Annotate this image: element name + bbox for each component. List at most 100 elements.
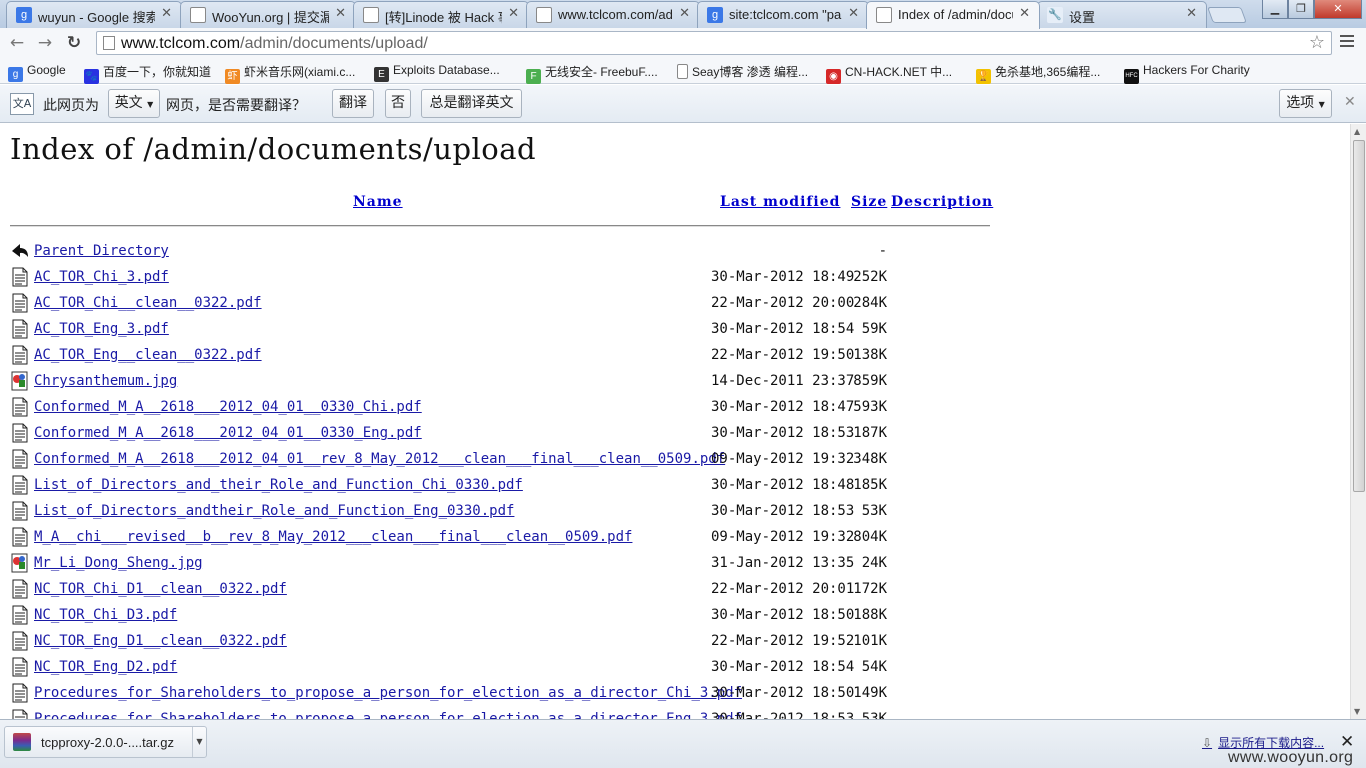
no-button[interactable]: 否 <box>385 89 411 118</box>
file-link[interactable]: List_of_Directors_and_their_Role_and_Fun… <box>34 477 523 493</box>
back-arrow-icon <box>12 244 28 257</box>
watermark: www.wooyun.org <box>1228 749 1354 766</box>
file-row: AC_TOR_Eng_3.pdf 30-Mar-2012 18:54 59K <box>10 319 910 341</box>
file-link[interactable]: NC_TOR_Eng_D1__clean__0322.pdf <box>34 633 287 649</box>
bookmark-item[interactable]: 🏆 免杀基地,365编程... <box>976 63 1100 84</box>
file-row: List_of_Directors_and_their_Role_and_Fun… <box>10 475 910 497</box>
tab-6[interactable]: 🔧 设置 ✕ <box>1037 1 1207 28</box>
file-link[interactable]: Chrysanthemum.jpg <box>34 373 177 389</box>
file-link[interactable]: NC_TOR_Chi_D3.pdf <box>34 607 177 623</box>
tab-title: www.tclcom.com/admin <box>558 7 673 22</box>
page-icon <box>190 7 206 23</box>
file-size: 59K <box>861 321 887 337</box>
tab-close-icon[interactable]: ✕ <box>335 6 346 21</box>
file-link[interactable]: NC_TOR_Chi_D1__clean__0322.pdf <box>34 581 287 597</box>
close-translate-icon[interactable]: ✕ <box>1344 94 1356 110</box>
bookmark-star-icon[interactable]: ☆ <box>1309 32 1325 53</box>
file-link[interactable]: AC_TOR_Chi_3.pdf <box>34 269 169 285</box>
file-link[interactable]: List_of_Directors_andtheir_Role_and_Func… <box>34 503 514 519</box>
tab-close-icon[interactable]: ✕ <box>508 6 519 21</box>
address-bar[interactable]: www.tclcom.com/admin/documents/upload/ ☆ <box>96 31 1332 55</box>
scroll-up-arrow-icon[interactable]: ▲ <box>1354 127 1360 136</box>
file-link[interactable]: Procedures_for_Shareholders_to_propose_a… <box>34 685 742 701</box>
forward-button[interactable]: → <box>34 32 56 54</box>
download-arrow-icon: ⇩ <box>1202 736 1213 750</box>
file-modified: 30-Mar-2012 18:54 <box>711 321 855 337</box>
tab-close-icon[interactable]: ✕ <box>679 6 690 21</box>
file-link[interactable]: AC_TOR_Chi__clean__0322.pdf <box>34 295 262 311</box>
download-item[interactable]: tcpproxy-2.0.0-....tar.gz ▼ <box>4 726 207 758</box>
parent-size: - <box>878 243 887 259</box>
file-link[interactable]: AC_TOR_Eng__clean__0322.pdf <box>34 347 262 363</box>
modified-column-header[interactable]: Last modified <box>720 194 840 210</box>
file-modified: 30-Mar-2012 18:50 <box>711 607 855 623</box>
minimize-button[interactable]: ▁ <box>1262 0 1288 19</box>
url-path: /admin/documents/upload/ <box>240 35 428 52</box>
file-link[interactable]: AC_TOR_Eng_3.pdf <box>34 321 169 337</box>
scrollbar-thumb[interactable] <box>1353 140 1365 492</box>
description-column-header[interactable]: Description <box>891 194 993 210</box>
document-file-icon <box>12 293 28 313</box>
xiami-icon: 虾 <box>225 69 240 84</box>
file-link[interactable]: Mr_Li_Dong_Sheng.jpg <box>34 555 203 571</box>
tab-3[interactable]: www.tclcom.com/admin ✕ <box>526 1 700 28</box>
bookmark-label: 虾米音乐网(xiami.c... <box>244 65 356 79</box>
file-row: NC_TOR_Chi_D1__clean__0322.pdf 22-Mar-201… <box>10 579 910 601</box>
file-size: 188K <box>853 607 887 623</box>
tab-close-icon[interactable]: ✕ <box>848 6 859 21</box>
tab-0[interactable]: g wuyun - Google 搜索 ✕ <box>6 1 182 28</box>
file-link[interactable]: M_A__chi___revised__b__rev_8_May_2012___… <box>34 529 632 545</box>
google-icon: g <box>8 67 23 82</box>
download-menu-button[interactable]: ▼ <box>192 727 206 757</box>
bookmark-item[interactable]: Seay博客 渗透 编程... <box>677 63 808 81</box>
bookmark-item[interactable]: F 无线安全- FreebuF.... <box>526 63 658 84</box>
page-icon <box>677 64 688 79</box>
tab-5[interactable]: Index of /admin/documents ✕ <box>866 1 1040 29</box>
file-modified: 22-Mar-2012 20:01 <box>711 581 855 597</box>
always-translate-button[interactable]: 总是翻译英文 <box>421 89 522 118</box>
file-row: Conformed_M_A__2618___2012_04_01__0330_C… <box>10 397 910 419</box>
file-row: AC_TOR_Eng__clean__0322.pdf 22-Mar-2012 1… <box>10 345 910 367</box>
bookmark-item[interactable]: HFC Hackers For Charity <box>1124 63 1250 84</box>
file-link[interactable]: Conformed_M_A__2618___2012_04_01__0330_E… <box>34 425 422 441</box>
menu-icon[interactable] <box>1340 35 1354 49</box>
tab-4[interactable]: g site:tclcom.com "parent ✕ <box>697 1 869 28</box>
new-tab-button[interactable] <box>1207 7 1247 23</box>
document-file-icon <box>12 449 28 469</box>
tab-close-icon[interactable]: ✕ <box>1186 6 1197 21</box>
scroll-down-arrow-icon[interactable]: ▼ <box>1354 707 1360 716</box>
vertical-scrollbar[interactable]: ▲ ▼ <box>1350 124 1366 719</box>
reload-button[interactable]: ↻ <box>63 32 85 54</box>
bookmark-item[interactable]: ◉ CN-HACK.NET 中... <box>826 63 952 84</box>
file-link[interactable]: Conformed_M_A__2618___2012_04_01__0330_C… <box>34 399 422 415</box>
header-divider <box>10 225 990 227</box>
file-link[interactable]: NC_TOR_Eng_D2.pdf <box>34 659 177 675</box>
bookmark-item[interactable]: E Exploits Database... <box>374 63 500 82</box>
tab-close-icon[interactable]: ✕ <box>1019 6 1030 21</box>
back-button[interactable]: ← <box>6 32 28 54</box>
page-icon <box>536 7 552 23</box>
bookmark-item[interactable]: 🐾 百度一下，你就知道 <box>84 63 211 84</box>
bookmark-item[interactable]: 虾虾米音乐网(xiami.c... <box>225 63 356 84</box>
language-select[interactable]: 英文 ▼ <box>108 89 160 118</box>
maximize-button[interactable]: ❐ <box>1288 0 1314 19</box>
size-column-header[interactable]: Size <box>851 194 887 210</box>
file-size: 187K <box>853 425 887 441</box>
file-row: Procedures_for_Shareholders_to_propose_a… <box>10 683 910 705</box>
document-file-icon <box>12 683 28 703</box>
file-size: 859K <box>853 373 887 389</box>
file-row: Conformed_M_A__2618___2012_04_01__0330_E… <box>10 423 910 445</box>
bookmark-item[interactable]: g Google <box>8 63 66 82</box>
tab-1[interactable]: WooYun.org | 提交漏洞 ✕ <box>180 1 356 28</box>
options-button[interactable]: 选项 ▼ <box>1279 89 1332 118</box>
url-text[interactable]: www.tclcom.com/admin/documents/upload/ <box>121 35 428 53</box>
close-window-button[interactable]: ✕ <box>1314 0 1362 19</box>
page-icon <box>876 7 892 23</box>
parent-directory-link[interactable]: Parent Directory <box>34 243 169 259</box>
file-link[interactable]: Procedures_for_Shareholders_to_propose_a… <box>34 711 742 719</box>
tab-2[interactable]: [转]Linode 被 Hack 事件 ✕ <box>353 1 529 28</box>
name-column-header[interactable]: Name <box>353 194 403 210</box>
translate-button[interactable]: 翻译 <box>332 89 374 118</box>
file-link[interactable]: Conformed_M_A__2618___2012_04_01__rev_8_… <box>34 451 725 467</box>
tab-close-icon[interactable]: ✕ <box>161 6 172 21</box>
